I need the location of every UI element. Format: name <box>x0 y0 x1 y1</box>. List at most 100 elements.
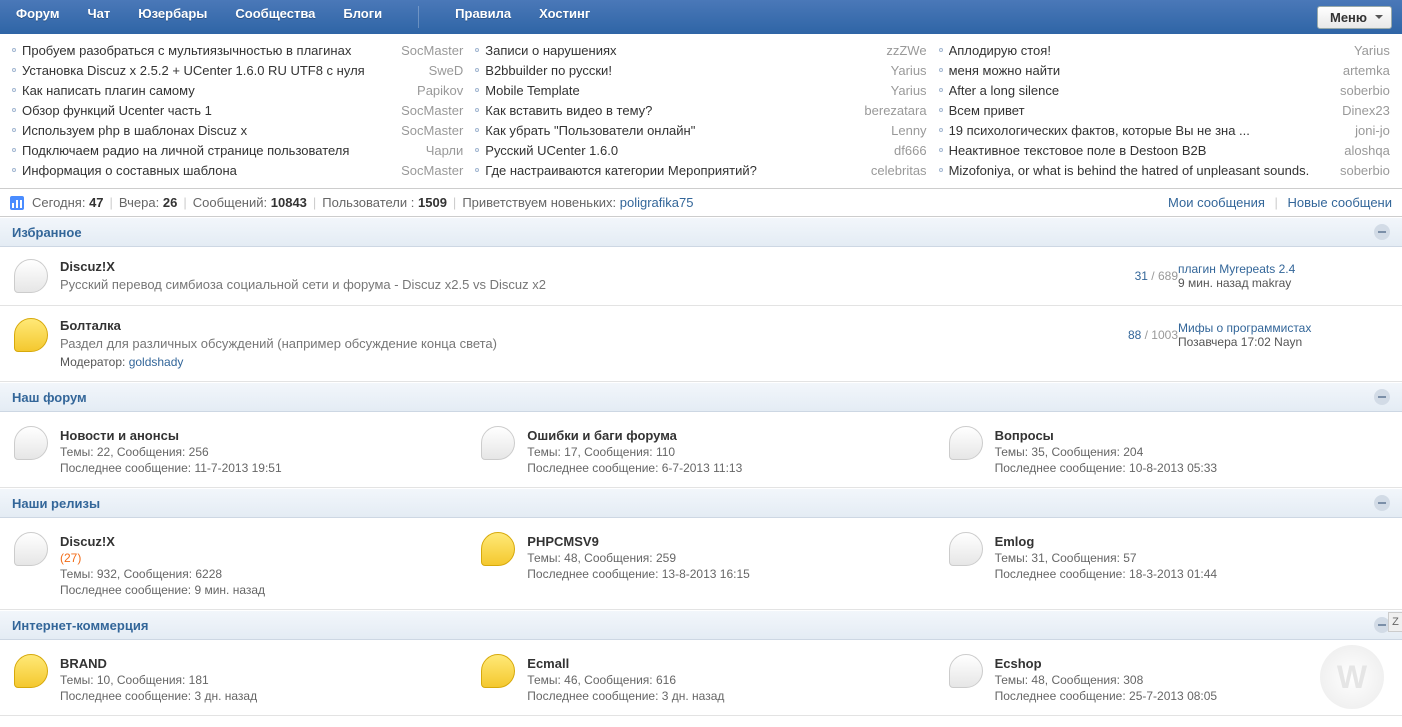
forum-lastpost: Последнее сообщение: 6-7-2013 11:13 <box>527 461 742 475</box>
recent-topic-title[interactable]: Пробуем разобраться с мультиязычностью в… <box>22 43 393 58</box>
nav-item-hosting[interactable]: Хостинг <box>539 6 590 28</box>
recent-topic-author[interactable]: SocMaster <box>401 163 463 178</box>
forum-title[interactable]: Discuz!X <box>60 534 265 549</box>
nav-item-blogs[interactable]: Блоги <box>343 6 382 28</box>
forum-title[interactable]: Вопросы <box>995 428 1218 443</box>
forum-title[interactable]: Новости и анонсы <box>60 428 282 443</box>
recent-topic-author[interactable]: celebritas <box>871 163 927 178</box>
recent-topic-author[interactable]: Yarius <box>891 83 927 98</box>
collapse-icon[interactable] <box>1374 389 1390 405</box>
posts-label: Сообщений: <box>193 195 267 210</box>
forum-lastpost: Мифы о программистахПозавчера 17:02 Nayn <box>1178 318 1388 349</box>
recent-topic-author[interactable]: Dinex23 <box>1342 103 1390 118</box>
my-posts-link[interactable]: Мои сообщения <box>1168 195 1265 210</box>
nav-separator <box>418 6 419 28</box>
forum-title[interactable]: Ecshop <box>995 656 1218 671</box>
recent-topic-title[interactable]: Используем php в шаблонах Discuz x <box>22 123 393 138</box>
stats-icon <box>10 196 24 210</box>
recent-topic-author[interactable]: SocMaster <box>401 123 463 138</box>
recent-topic-title[interactable]: After a long silence <box>949 83 1332 98</box>
users-label: Пользователи : <box>322 195 414 210</box>
recent-topic-author[interactable]: SocMaster <box>401 103 463 118</box>
forum-icon <box>14 426 48 460</box>
bullet-icon <box>939 128 943 132</box>
recent-topic-author[interactable]: berezatara <box>864 103 926 118</box>
recent-topic-author[interactable]: joni-jo <box>1355 123 1390 138</box>
recent-topic-cell: Неактивное текстовое поле в Destoon B2B a… <box>933 140 1396 160</box>
moderator-link[interactable]: goldshady <box>129 355 184 369</box>
forum-icon <box>949 532 983 566</box>
forum-title[interactable]: BRAND <box>60 656 257 671</box>
recent-topic-author[interactable]: aloshqa <box>1344 143 1390 158</box>
recent-topic-title[interactable]: Информация о составных шаблона <box>22 163 393 178</box>
recent-topic-title[interactable]: Установка Discuz x 2.5.2 + UCenter 1.6.0… <box>22 63 421 78</box>
category-header: Избранное <box>0 217 1402 247</box>
recent-topic-title[interactable]: Mobile Template <box>485 83 882 98</box>
recent-topic-title[interactable]: Mizofoniya, or what is behind the hatred… <box>949 163 1332 178</box>
recent-topic-title[interactable]: Русский UCenter 1.6.0 <box>485 143 886 158</box>
scroll-tab[interactable]: Z <box>1388 612 1402 632</box>
recent-topic-author[interactable]: SocMaster <box>401 43 463 58</box>
new-posts-link[interactable]: Новые сообщени <box>1288 195 1392 210</box>
forum-title[interactable]: Болталка <box>60 318 1058 333</box>
recent-topics: Пробуем разобраться с мультиязычностью в… <box>0 34 1402 189</box>
recent-topic-author[interactable]: Yarius <box>1354 43 1390 58</box>
forum-title[interactable]: PHPCMSV9 <box>527 534 750 549</box>
nav-item-communities[interactable]: Сообщества <box>235 6 315 28</box>
recent-topic-title[interactable]: Как вставить видео в тему? <box>485 103 856 118</box>
forum-title[interactable]: Discuz!X <box>60 259 1058 274</box>
recent-topic-title[interactable]: Всем привет <box>949 103 1335 118</box>
recent-topic-title[interactable]: B2bbuilder по русски! <box>485 63 882 78</box>
lastpost-link[interactable]: плагин Myrepeats 2.4 <box>1178 262 1295 276</box>
nav-item-rules[interactable]: Правила <box>455 6 511 28</box>
recent-topic-author[interactable]: Чарли <box>426 143 464 158</box>
recent-topic-author[interactable]: Yarius <box>891 63 927 78</box>
recent-topic-author[interactable]: zzZWe <box>886 43 926 58</box>
recent-topic-title[interactable]: Неактивное текстовое поле в Destoon B2B <box>949 143 1337 158</box>
nav-item-forum[interactable]: Форум <box>16 6 59 28</box>
forum-row: Discuz!XРусский перевод симбиоза социаль… <box>0 247 1402 306</box>
recent-topic-author[interactable]: soberbio <box>1340 83 1390 98</box>
recent-topic-title[interactable]: меня можно найти <box>949 63 1335 78</box>
recent-topic-author[interactable]: soberbio <box>1340 163 1390 178</box>
recent-topic-title[interactable]: Подключаем радио на личной странице поль… <box>22 143 418 158</box>
nav-item-userbars[interactable]: Юзербары <box>138 6 207 28</box>
recent-topic-title[interactable]: Аплодирую стоя! <box>949 43 1346 58</box>
welcome-label: Приветствуем новеньких: <box>462 195 616 210</box>
forum-stats: Темы: 46, Сообщения: 616 <box>527 673 724 687</box>
recent-topic-author[interactable]: Lenny <box>891 123 926 138</box>
forum-item: Ошибки и баги форумаТемы: 17, Сообщения:… <box>467 412 934 488</box>
forum-item: PHPCMSV9Темы: 48, Сообщения: 259Последне… <box>467 518 934 610</box>
recent-topic-title[interactable]: 19 психологических фактов, которые Вы не… <box>949 123 1348 138</box>
bullet-icon <box>939 148 943 152</box>
category-title[interactable]: Интернет-коммерция <box>12 618 148 633</box>
forum-icon <box>481 532 515 566</box>
recent-topic-title[interactable]: Как убрать "Пользователи онлайн" <box>485 123 883 138</box>
forum-title[interactable]: Emlog <box>995 534 1218 549</box>
nav-item-chat[interactable]: Чат <box>87 6 110 28</box>
recent-topic-author[interactable]: df666 <box>894 143 927 158</box>
forum-title[interactable]: Ecmall <box>527 656 724 671</box>
recent-topic-title[interactable]: Обзор функций Ucenter часть 1 <box>22 103 393 118</box>
recent-topic-title[interactable]: Где настраиваются категории Мероприятий? <box>485 163 863 178</box>
lastpost-link[interactable]: Мифы о программистах <box>1178 321 1311 335</box>
recent-topic-author[interactable]: Papikov <box>417 83 463 98</box>
collapse-icon[interactable] <box>1374 224 1390 240</box>
welcome-user[interactable]: poligrafika75 <box>620 195 694 210</box>
bullet-icon <box>939 48 943 52</box>
recent-topic-title[interactable]: Записи о нарушениях <box>485 43 878 58</box>
category-title[interactable]: Избранное <box>12 225 82 240</box>
forum-title[interactable]: Ошибки и баги форума <box>527 428 742 443</box>
category-title[interactable]: Наш форум <box>12 390 87 405</box>
menu-button[interactable]: Меню <box>1317 6 1392 29</box>
category-title[interactable]: Наши релизы <box>12 496 100 511</box>
recent-topic-cell: Как написать плагин самому Papikov <box>6 80 469 100</box>
recent-topic-author[interactable]: artemka <box>1343 63 1390 78</box>
watermark-icon: W <box>1320 645 1384 709</box>
collapse-icon[interactable] <box>1374 495 1390 511</box>
recent-topic-title[interactable]: Как написать плагин самому <box>22 83 409 98</box>
forum-icon <box>14 532 48 566</box>
forum-lastpost: Последнее сообщение: 18-3-2013 01:44 <box>995 567 1218 581</box>
recent-topic-author[interactable]: SweD <box>429 63 464 78</box>
recent-topic-cell: Используем php в шаблонах Discuz x SocMas… <box>6 120 469 140</box>
